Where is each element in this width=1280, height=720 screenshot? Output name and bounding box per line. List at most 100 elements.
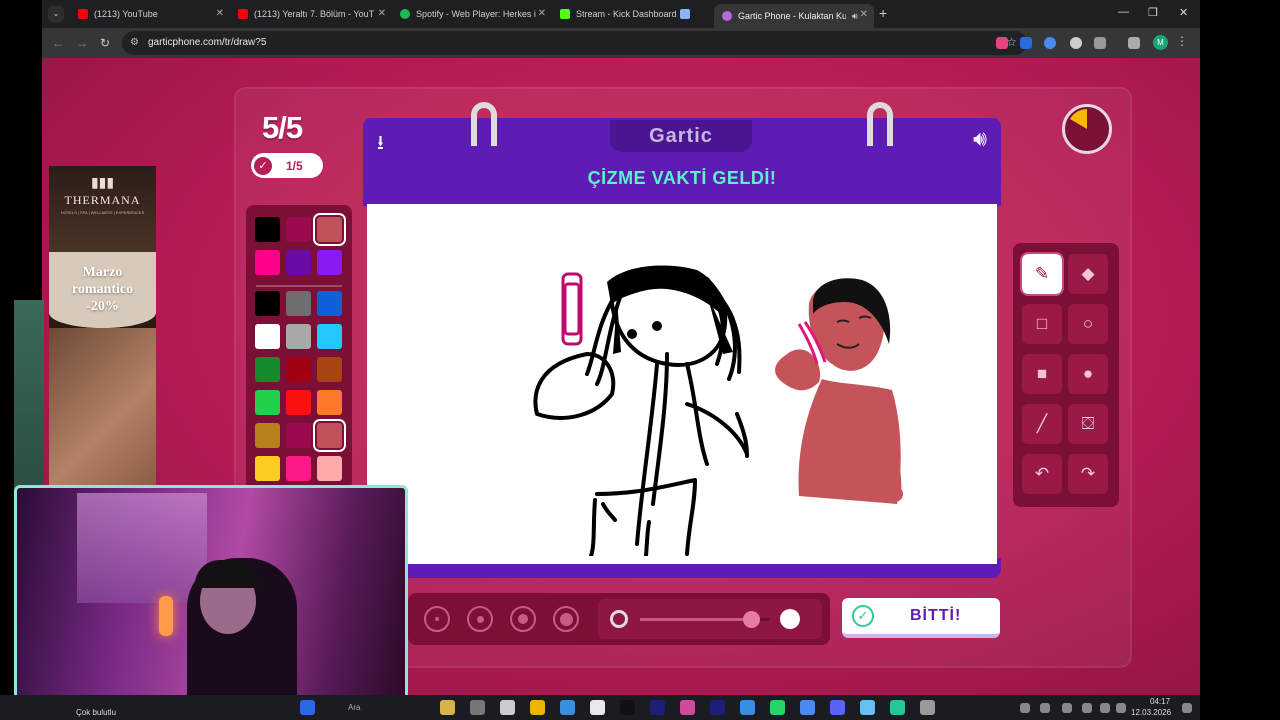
system-tray-icon[interactable] xyxy=(1020,703,1030,713)
forward-button[interactable]: → xyxy=(76,36,88,50)
color-swatch[interactable] xyxy=(255,390,280,415)
color-swatch[interactable] xyxy=(317,357,342,382)
taskbar-app-icon[interactable] xyxy=(860,700,875,715)
taskbar-app-icon[interactable] xyxy=(770,700,785,715)
tab-gartic-phone[interactable]: Gartic Phone - Kulaktan Kul 🔊︎ ✕ xyxy=(714,4,874,28)
new-tab-button[interactable]: + xyxy=(879,6,887,20)
color-swatch[interactable] xyxy=(286,390,311,415)
system-tray-icon[interactable] xyxy=(1182,703,1192,713)
color-swatch[interactable] xyxy=(255,250,280,275)
taskbar-app-icon[interactable] xyxy=(590,700,605,715)
download-icon[interactable]: ⭳ xyxy=(377,128,384,162)
reload-button[interactable]: ↻ xyxy=(100,36,110,50)
tab-spotify[interactable]: Spotify - Web Player: Herkes için ✕ xyxy=(392,3,552,25)
close-icon[interactable]: ✕ xyxy=(860,9,868,20)
pen-icon[interactable]: ✎ xyxy=(1020,252,1064,296)
taskbar-app-icon[interactable] xyxy=(800,700,815,715)
profile-avatar[interactable]: M xyxy=(1153,35,1168,50)
taskbar-app-icon[interactable] xyxy=(560,700,575,715)
taskbar-app-icon[interactable] xyxy=(680,700,695,715)
taskbar-app-icon[interactable] xyxy=(710,700,725,715)
brush-size-button[interactable] xyxy=(553,606,579,632)
square-outline-icon[interactable]: □ xyxy=(1022,304,1062,344)
taskbar-app-icon[interactable] xyxy=(440,700,455,715)
color-swatch[interactable] xyxy=(255,324,280,349)
color-swatch[interactable] xyxy=(286,291,311,316)
extension-icon[interactable] xyxy=(1020,37,1032,49)
color-swatch[interactable] xyxy=(255,456,280,481)
system-tray-icon[interactable] xyxy=(1116,703,1126,713)
taskbar-app-icon[interactable] xyxy=(740,700,755,715)
color-swatch[interactable] xyxy=(286,357,311,382)
circle-outline-icon[interactable]: ○ xyxy=(1068,304,1108,344)
media-icon[interactable] xyxy=(1128,37,1140,49)
color-swatch[interactable] xyxy=(255,357,280,382)
slider-thumb[interactable] xyxy=(742,611,760,628)
close-icon[interactable]: ✕ xyxy=(538,8,546,19)
back-button[interactable]: ← xyxy=(52,36,64,50)
system-tray-icon[interactable] xyxy=(1062,703,1072,713)
undo-icon[interactable]: ↶ xyxy=(1022,454,1062,494)
speaker-icon[interactable]: 🔊︎ xyxy=(852,11,858,22)
extension-icon[interactable] xyxy=(1044,37,1056,49)
close-icon[interactable]: ✕ xyxy=(378,8,386,19)
color-swatch[interactable] xyxy=(255,423,280,448)
color-swatch[interactable] xyxy=(317,250,342,275)
color-swatch[interactable] xyxy=(317,456,342,481)
restore-button[interactable]: ❐ xyxy=(1148,6,1158,19)
taskbar-app-icon[interactable] xyxy=(620,700,635,715)
omnibox[interactable]: ⚙ garticphone.com/tr/draw?5 ☆ xyxy=(122,31,1027,55)
bucket-icon[interactable]: ⛋ xyxy=(1068,404,1108,444)
system-tray-icon[interactable] xyxy=(1082,703,1092,713)
color-swatch[interactable] xyxy=(313,213,346,246)
color-swatch[interactable] xyxy=(255,291,280,316)
window-close-button[interactable]: ✕ xyxy=(1179,6,1188,19)
brush-size-button[interactable] xyxy=(467,606,493,632)
opacity-slider[interactable] xyxy=(598,599,822,639)
color-swatch[interactable] xyxy=(317,390,342,415)
extension-icon[interactable] xyxy=(1070,37,1082,49)
brush-dot-icon xyxy=(518,614,528,624)
square-filled-icon[interactable]: ■ xyxy=(1022,354,1062,394)
tab-search-button[interactable]: ⌄ xyxy=(48,6,64,22)
menu-icon[interactable]: ⋮ xyxy=(1176,34,1188,48)
color-swatch[interactable] xyxy=(317,291,342,316)
color-swatch[interactable] xyxy=(286,423,311,448)
puzzle-icon[interactable] xyxy=(1094,37,1106,49)
taskbar-app-icon[interactable] xyxy=(470,700,485,715)
speaker-icon[interactable]: 🔊︎ xyxy=(973,126,987,152)
color-swatch[interactable] xyxy=(313,419,346,452)
line-icon[interactable]: ╱ xyxy=(1022,404,1062,444)
color-swatch[interactable] xyxy=(286,456,311,481)
drawing-canvas[interactable] xyxy=(367,204,997,564)
color-swatch[interactable] xyxy=(286,324,311,349)
taskbar-app-icon[interactable] xyxy=(830,700,845,715)
color-swatch[interactable] xyxy=(255,217,280,242)
advertisement-banner[interactable]: ▮▮▮ THERMANA HOTELS | SPA | WELLNESS | E… xyxy=(49,166,156,486)
taskbar-app-icon[interactable] xyxy=(530,700,545,715)
tab-youtube[interactable]: (1213) YouTube ✕ xyxy=(70,3,230,25)
minimize-button[interactable]: — xyxy=(1118,6,1129,18)
color-swatch[interactable] xyxy=(317,324,342,349)
close-icon[interactable]: ✕ xyxy=(216,8,224,19)
redo-icon[interactable]: ↷ xyxy=(1068,454,1108,494)
done-button[interactable]: ✓ BİTTİ! xyxy=(842,598,1000,638)
extension-icon[interactable] xyxy=(996,37,1008,49)
taskbar-app-icon[interactable] xyxy=(650,700,665,715)
taskbar-app-icon[interactable] xyxy=(920,700,935,715)
circle-filled-icon[interactable]: ● xyxy=(1068,354,1108,394)
brush-size-button[interactable] xyxy=(424,606,450,632)
color-swatch[interactable] xyxy=(286,250,311,275)
tab-youtube-yeralti[interactable]: (1213) Yeraltı 7. Bölüm - YouTube ✕ xyxy=(230,3,392,25)
color-swatch[interactable] xyxy=(286,217,311,242)
taskbar-app-icon[interactable] xyxy=(890,700,905,715)
slider-fill xyxy=(640,618,751,621)
tab-kick[interactable]: Stream - Kick Dashboard xyxy=(552,3,714,25)
system-tray-icon[interactable] xyxy=(1100,703,1110,713)
taskbar-app-icon[interactable] xyxy=(500,700,515,715)
site-info-icon[interactable]: ⚙ xyxy=(130,37,139,48)
system-tray-icon[interactable] xyxy=(1040,703,1050,713)
brush-size-button[interactable] xyxy=(510,606,536,632)
eraser-icon[interactable]: ◆ xyxy=(1068,254,1108,294)
taskbar-app-icon[interactable] xyxy=(300,700,315,715)
